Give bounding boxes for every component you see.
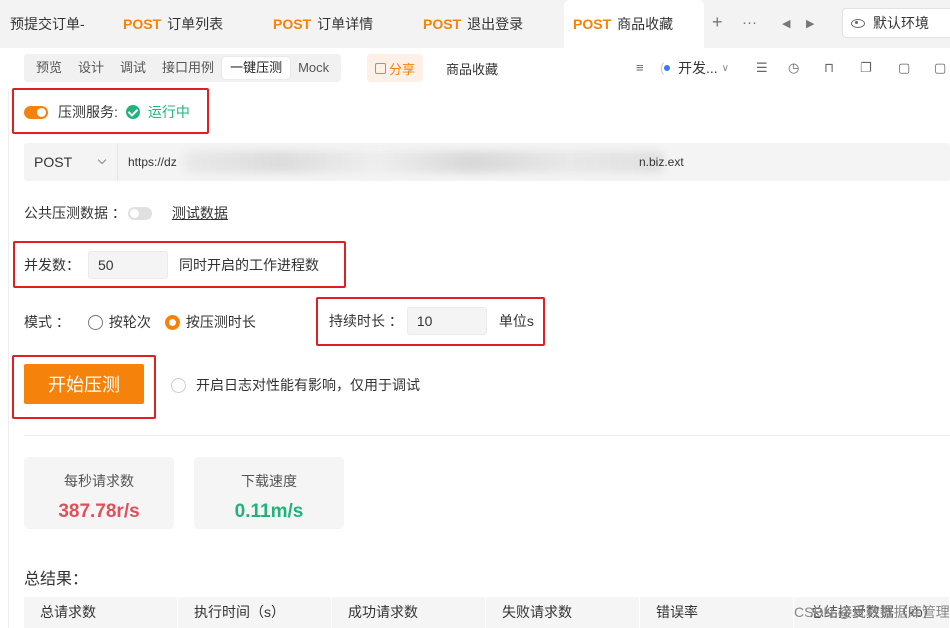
chevron-down-icon: ∨ — [721, 62, 729, 74]
tab-4-active[interactable]: POST 商品收藏 — [564, 0, 704, 48]
stat-rps-label: 每秒请求数 — [64, 473, 134, 489]
environment-label: 默认环境 — [873, 15, 929, 31]
api-toolbar: 预览 设计 调试 接口用例 一键压测 Mock 分享 商品收藏 ≡ ( 开发..… — [0, 48, 950, 90]
tab-1-label: 订单列表 — [167, 16, 224, 32]
url-bar: POST https://dz n.biz.ext — [24, 143, 950, 181]
annotation-box-start — [12, 355, 156, 419]
enable-log-radio[interactable] — [171, 377, 186, 393]
annotation-box-concurrency — [13, 241, 346, 288]
col-success: 成功请求数 — [332, 597, 486, 628]
tab-cases[interactable]: 接口用例 — [154, 57, 222, 79]
annotation-box-service — [12, 88, 209, 134]
col-failed: 失败请求数 — [486, 597, 640, 628]
url-suffix[interactable]: n.biz.ext — [639, 143, 684, 181]
stat-card-download: 下载速度 0.11m/s — [194, 457, 344, 529]
test-data-link[interactable]: 测试数据 — [172, 203, 228, 223]
scroll-left-icon[interactable]: ◀ — [782, 17, 790, 30]
method-select[interactable]: POST — [24, 143, 118, 181]
scroll-right-icon[interactable]: ▶ — [806, 17, 814, 30]
share-button[interactable]: 分享 — [367, 54, 423, 82]
request-tab-bar: 预提交订单- POST 订单列表 POST 订单详情 POST 退出登录 POS… — [0, 0, 950, 48]
copy-icon[interactable]: ❐ — [860, 60, 872, 76]
annotation-box-duration — [316, 297, 545, 346]
dev-status-label: 开发... — [678, 60, 718, 76]
share-label: 分享 — [388, 61, 415, 77]
status-dot-icon — [664, 65, 670, 71]
tab-3[interactable]: POST 退出登录 — [423, 0, 523, 48]
panel-border — [8, 90, 9, 628]
tab-0-label: 预提交订单- — [10, 16, 85, 32]
tab-debug[interactable]: 调试 — [112, 57, 154, 79]
api-name-field[interactable]: 商品收藏 — [438, 54, 658, 82]
log-option-row: 开启日志对性能有影响，仅用于调试 — [171, 375, 420, 395]
stat-card-rps: 每秒请求数 387.78r/s — [24, 457, 174, 529]
stat-rps-value: 387.78r/s — [58, 501, 140, 522]
watermark: CSDN @玩转数据库管理工具 — [794, 604, 950, 620]
public-data-label: 公共压测数据 ： — [24, 205, 126, 221]
tab-1[interactable]: POST 订单列表 — [123, 0, 223, 48]
radio-by-duration[interactable] — [164, 314, 180, 330]
stat-download-label: 下载速度 — [241, 473, 297, 489]
tab-0[interactable]: 预提交订单- — [10, 0, 85, 48]
tab-2-method: POST — [273, 16, 312, 32]
section-divider — [24, 435, 950, 436]
option-by-rounds-label[interactable]: 按轮次 — [109, 312, 151, 332]
code-icon[interactable]: ▢ — [898, 60, 910, 76]
summary-title: 总结果： — [24, 571, 89, 588]
public-data-row: 公共压测数据 ： 测试数据 — [24, 203, 228, 223]
view-tabs: 预览 设计 调试 接口用例 一键压测 Mock — [24, 54, 342, 82]
tab-stress-test[interactable]: 一键压测 — [222, 57, 291, 79]
option-by-duration-label[interactable]: 按压测时长 — [186, 312, 256, 332]
tab-2-label: 订单详情 — [317, 16, 374, 32]
lock-icon[interactable]: ⊓ — [824, 60, 834, 76]
tab-4-method: POST — [573, 16, 612, 32]
col-error-rate: 错误率 — [640, 597, 794, 628]
more-tabs-icon[interactable]: ··· — [742, 14, 757, 31]
url-prefix[interactable]: https://dz — [128, 143, 177, 181]
edit-icon[interactable]: ≡ — [636, 60, 644, 75]
mode-row: 模式 ： 按轮次 按压测时长 — [24, 312, 256, 332]
tab-preview[interactable]: 预览 — [28, 57, 70, 79]
col-total-requests: 总请求数 — [24, 597, 178, 628]
dev-status-select[interactable]: 开发... ∨ — [664, 54, 729, 82]
tab-3-method: POST — [423, 16, 462, 32]
menu-icon[interactable]: ☰ — [756, 60, 768, 76]
mode-label: 模式 ： — [24, 314, 70, 330]
tab-mock[interactable]: Mock — [290, 57, 337, 79]
share-icon — [374, 62, 386, 74]
export-icon[interactable]: ▢ — [934, 60, 946, 76]
environment-select[interactable]: 默认环境 — [842, 8, 950, 38]
method-value: POST — [34, 154, 73, 170]
radio-by-rounds[interactable] — [87, 314, 103, 330]
redacted-url-area — [184, 151, 664, 173]
tab-2[interactable]: POST 订单详情 — [273, 0, 373, 48]
stat-download-value: 0.11m/s — [234, 501, 304, 522]
chevron-down-icon — [97, 155, 107, 165]
add-tab-icon[interactable]: + — [712, 12, 723, 33]
tab-1-method: POST — [123, 16, 162, 32]
tab-4-label: 商品收藏 — [617, 16, 674, 32]
public-data-toggle[interactable] — [127, 206, 152, 220]
eye-icon — [851, 18, 865, 28]
tab-3-label: 退出登录 — [467, 16, 524, 32]
log-option-label: 开启日志对性能有影响，仅用于调试 — [196, 377, 420, 393]
history-icon[interactable]: ◷ — [788, 60, 799, 76]
col-exec-time: 执行时间（s） — [178, 597, 332, 628]
tab-design[interactable]: 设计 — [70, 57, 112, 79]
